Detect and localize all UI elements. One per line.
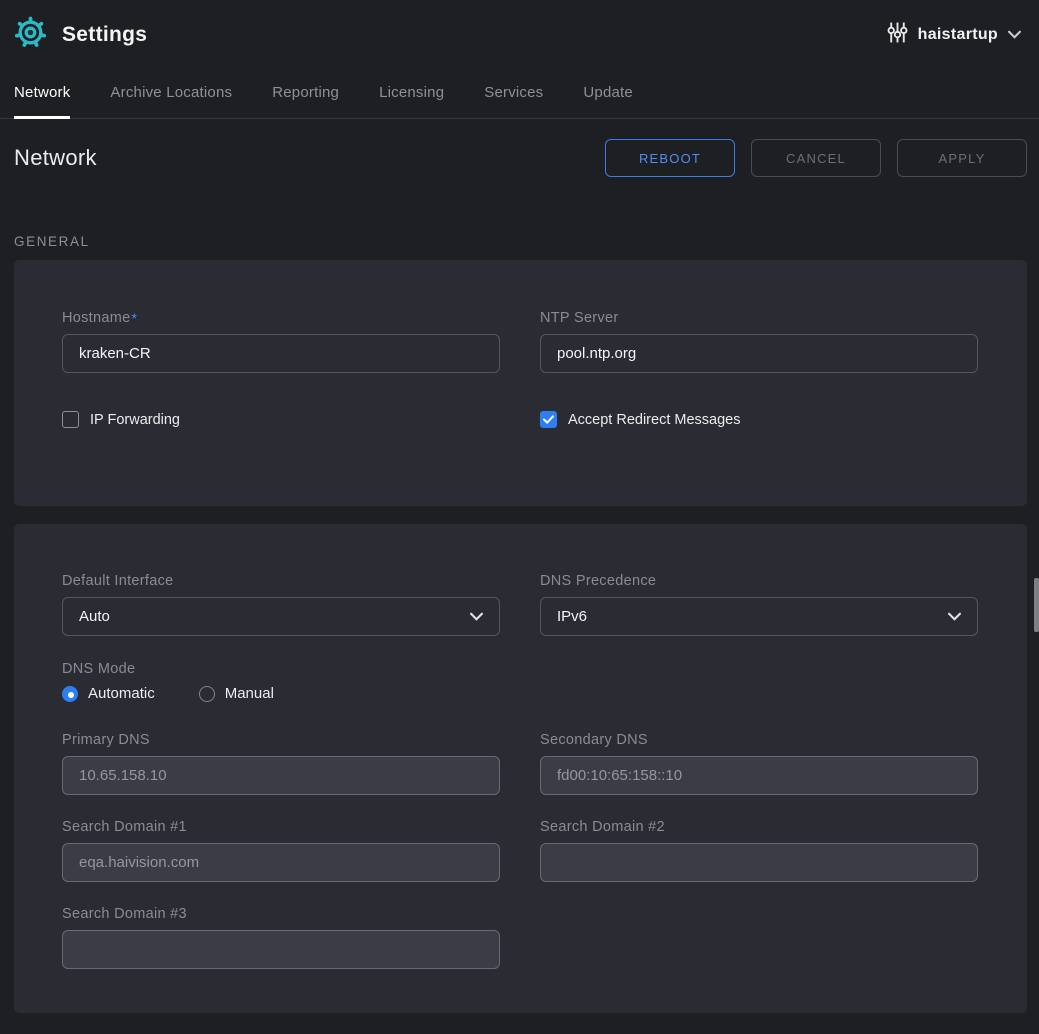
dns-mode-automatic-radio-row[interactable]: Automatic [62,685,155,702]
vertical-scrollbar-thumb[interactable] [1034,578,1039,632]
ip-forwarding-checkbox-row[interactable]: IP Forwarding [62,411,500,428]
search-domain-1-label: Search Domain #1 [62,819,500,836]
dns-mode-manual-radio[interactable] [199,686,215,702]
page-title: Network [14,145,97,171]
ntp-server-label: NTP Server [540,310,978,327]
primary-dns-input [62,756,500,795]
hostname-field-group: Hostname* [62,310,500,373]
search-domain-2-field-group: Search Domain #2 [540,819,978,882]
dns-mode-automatic-radio[interactable] [62,686,78,702]
search-domain-3-input [62,930,500,969]
general-section-label: GENERAL [14,234,1025,249]
user-name: haistartup [918,26,998,44]
app-title: Settings [62,23,147,47]
dns-mode-automatic-label: Automatic [88,685,155,702]
hostname-label: Hostname* [62,310,500,327]
dns-mode-manual-radio-row[interactable]: Manual [199,685,274,702]
tab-network[interactable]: Network [14,84,70,119]
dns-mode-field-group: DNS Mode Automatic Manual [62,661,979,702]
user-menu[interactable]: haistartup [887,21,1021,49]
cancel-button[interactable]: CANCEL [751,139,881,177]
primary-dns-label: Primary DNS [62,732,500,749]
required-asterisk: * [132,310,138,326]
page-toolbar: Network REBOOT CANCEL APPLY [14,139,1027,177]
dns-precedence-label: DNS Precedence [540,573,978,590]
search-domain-3-label: Search Domain #3 [62,906,500,923]
ip-forwarding-label: IP Forwarding [90,412,180,428]
hostname-input[interactable] [62,334,500,373]
chevron-down-icon [470,608,483,626]
chevron-down-icon [948,608,961,626]
search-domain-3-field-group: Search Domain #3 [62,906,500,969]
search-domain-2-label: Search Domain #2 [540,819,978,836]
dns-mode-manual-label: Manual [225,685,274,702]
secondary-dns-field-group: Secondary DNS [540,732,978,795]
search-domain-1-field-group: Search Domain #1 [62,819,500,882]
dns-precedence-field-group: DNS Precedence IPv6 [540,573,978,636]
tab-services[interactable]: Services [484,84,543,119]
tab-licensing[interactable]: Licensing [379,84,444,119]
search-domain-2-input [540,843,978,882]
default-interface-select[interactable]: Auto [62,597,500,636]
dns-precedence-select[interactable]: IPv6 [540,597,978,636]
default-interface-label: Default Interface [62,573,500,590]
accept-redirect-checkbox[interactable] [540,411,557,428]
accept-redirect-checkbox-row[interactable]: Accept Redirect Messages [540,411,978,428]
default-interface-value: Auto [79,608,110,625]
app-header: Settings haistartup [0,0,1039,70]
tab-update[interactable]: Update [583,84,633,119]
accept-redirect-label: Accept Redirect Messages [568,412,740,428]
default-interface-field-group: Default Interface Auto [62,573,500,636]
primary-dns-field-group: Primary DNS [62,732,500,795]
tab-bar: Network Archive Locations Reporting Lice… [0,70,1039,119]
sliders-icon [887,21,908,49]
dns-precedence-value: IPv6 [557,608,587,625]
tab-archive-locations[interactable]: Archive Locations [110,84,232,119]
chevron-down-icon [1008,26,1021,44]
network-settings-card: Default Interface Auto DNS Precedence IP… [14,524,1027,1013]
apply-button[interactable]: APPLY [897,139,1027,177]
secondary-dns-label: Secondary DNS [540,732,978,749]
checkmark-icon [543,415,554,424]
ntp-server-input[interactable] [540,334,978,373]
settings-gear-icon [14,16,47,54]
search-domain-1-input [62,843,500,882]
ntp-server-field-group: NTP Server [540,310,978,373]
secondary-dns-input [540,756,978,795]
reboot-button[interactable]: REBOOT [605,139,735,177]
dns-mode-label: DNS Mode [62,661,979,678]
general-card: Hostname* NTP Server IP Forwarding Accep… [14,260,1027,506]
ip-forwarding-checkbox[interactable] [62,411,79,428]
tab-reporting[interactable]: Reporting [272,84,339,119]
